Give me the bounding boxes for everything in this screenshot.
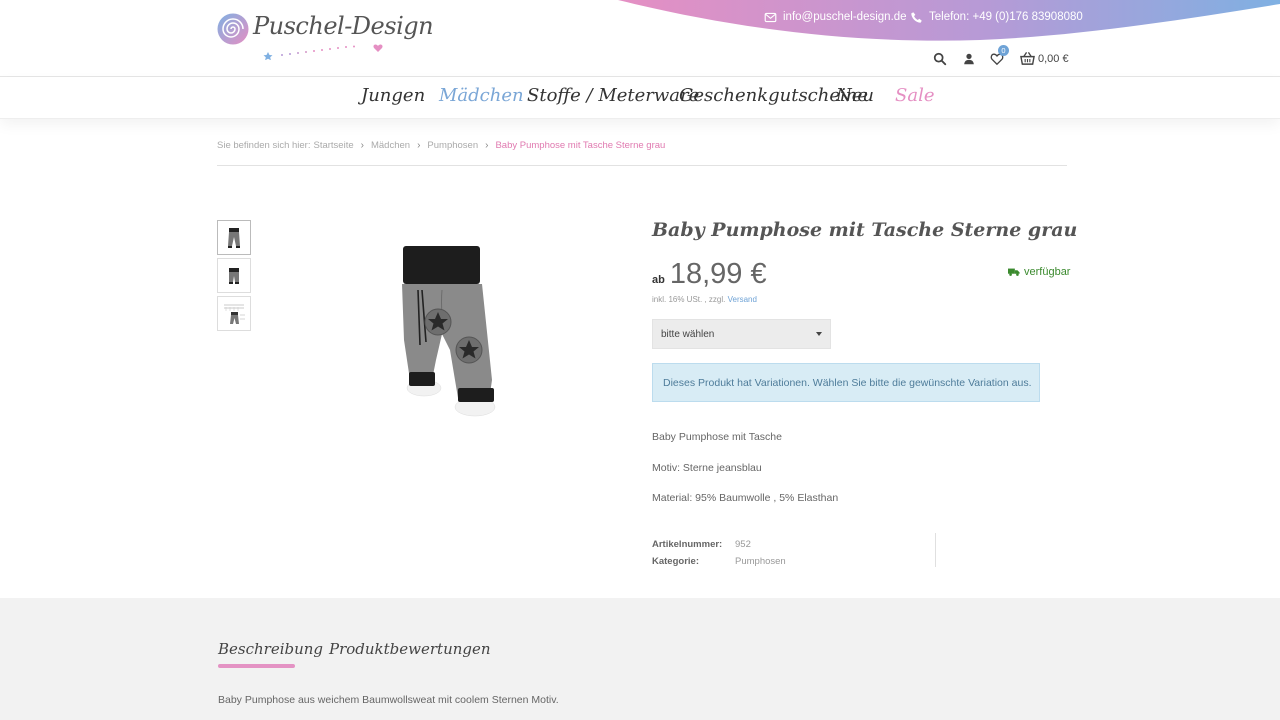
search-button[interactable] <box>933 52 947 66</box>
site-header: info@puschel-design.de Telefon: +49 (0)1… <box>0 0 1280 77</box>
meta-row-category: Kategorie: Pumphosen <box>652 553 786 570</box>
header-email[interactable]: info@puschel-design.de <box>764 9 907 25</box>
product-details-section <box>0 598 1280 720</box>
tax-note: inkl. 16% USt. , zzgl. Versand <box>652 295 757 304</box>
chevron-right-icon: › <box>485 140 489 151</box>
meta-divider <box>935 533 936 567</box>
product-thumbnail-3[interactable] <box>217 296 251 331</box>
size-chart-thumbnail-image <box>224 304 245 324</box>
logo-swirl-icon <box>217 13 249 45</box>
truck-icon <box>1008 268 1020 276</box>
nav-item-stoffe[interactable]: Stoffe / Meterware <box>527 85 699 106</box>
availability-status: verfügbar <box>1008 266 1070 278</box>
product-title: Baby Pumphose mit Tasche Sterne grau <box>652 219 1078 241</box>
breadcrumb: Sie befinden sich hier: Startseite › Mäd… <box>217 140 665 151</box>
nav-item-jungen[interactable]: Jungen <box>361 85 425 106</box>
email-text: info@puschel-design.de <box>783 11 907 23</box>
variation-select[interactable]: bitte wählen <box>652 319 831 349</box>
breadcrumb-prefix: Sie befinden sich hier: <box>217 140 311 151</box>
article-number-value: 952 <box>735 539 751 550</box>
tab-beschreibung[interactable]: Beschreibung <box>218 640 323 658</box>
description-line-2: Motiv: Sterne jeansblau <box>652 462 762 474</box>
meta-label: Artikelnummer: <box>652 539 723 550</box>
header-phone[interactable]: Telefon: +49 (0)176 83908080 <box>910 9 1083 25</box>
breadcrumb-item-maedchen[interactable]: Mädchen <box>371 140 410 151</box>
basket-icon <box>1020 52 1035 65</box>
description-line-3: Material: 95% Baumwolle , 5% Elasthan <box>652 492 839 504</box>
site-logo[interactable]: Puschel-Design <box>216 10 434 62</box>
nav-item-maedchen[interactable]: Mädchen <box>439 85 524 106</box>
product-price: ab 18,99 € <box>652 258 767 291</box>
meta-row-article-number: Artikelnummer: 952 <box>652 536 786 553</box>
shipping-link[interactable]: Versand <box>728 295 757 304</box>
chevron-right-icon: › <box>417 140 421 151</box>
caret-down-icon <box>816 332 822 336</box>
product-meta: Artikelnummer: 952 Kategorie: Pumphosen <box>652 536 786 570</box>
logo-stars-decoration <box>263 44 383 60</box>
breadcrumb-current: Baby Pumphose mit Tasche Sterne grau <box>495 140 666 151</box>
breadcrumb-item-startseite[interactable]: Startseite <box>313 140 353 151</box>
variation-notice-text: Dieses Produkt hat Variationen. Wählen S… <box>663 376 1032 389</box>
product-thumbnail-2[interactable] <box>217 258 251 293</box>
wishlist-button[interactable]: 0 <box>990 45 1009 66</box>
product-main-image[interactable] <box>380 230 520 430</box>
category-link[interactable]: Pumphosen <box>735 556 786 567</box>
tax-text: inkl. 16% USt. , zzgl. <box>652 295 726 304</box>
active-tab-indicator <box>218 664 295 668</box>
cart-button[interactable]: 0,00 € <box>1020 51 1069 66</box>
meta-label: Kategorie: <box>652 556 699 567</box>
availability-text: verfügbar <box>1024 266 1071 278</box>
logo-wordmark: Puschel-Design <box>253 12 434 40</box>
tab-produktbewertungen[interactable]: Produktbewertungen <box>329 640 491 658</box>
pants-back-thumbnail-image <box>229 267 239 284</box>
phone-icon <box>911 11 922 23</box>
price-prefix: ab <box>652 274 665 286</box>
price-value: 18,99 € <box>669 258 767 290</box>
breadcrumb-item-pumphosen[interactable]: Pumphosen <box>427 140 478 151</box>
chevron-right-icon: › <box>360 140 364 151</box>
description-line-1: Baby Pumphose mit Tasche <box>652 431 782 443</box>
envelope-icon <box>764 12 777 22</box>
user-icon <box>964 53 974 65</box>
product-thumbnail-1[interactable] <box>217 220 251 255</box>
nav-item-neu[interactable]: Neu <box>836 85 874 106</box>
nav-item-sale[interactable]: Sale <box>895 85 934 106</box>
pants-front-thumbnail-image <box>228 227 240 248</box>
variation-select-value: bitte wählen <box>661 328 715 340</box>
main-navigation: Jungen Mädchen Stoffe / Meterware Gesche… <box>0 77 1280 119</box>
tab-content-description: Baby Pumphose aus weichem Baumwollsweat … <box>218 694 559 706</box>
account-button[interactable] <box>962 52 976 66</box>
cart-total: 0,00 € <box>1038 52 1069 65</box>
search-icon <box>933 52 947 66</box>
breadcrumb-divider <box>217 165 1067 166</box>
phone-text: Telefon: +49 (0)176 83908080 <box>929 11 1083 23</box>
wishlist-count-badge: 0 <box>998 45 1009 56</box>
variation-notice: Dieses Produkt hat Variationen. Wählen S… <box>652 363 1040 402</box>
